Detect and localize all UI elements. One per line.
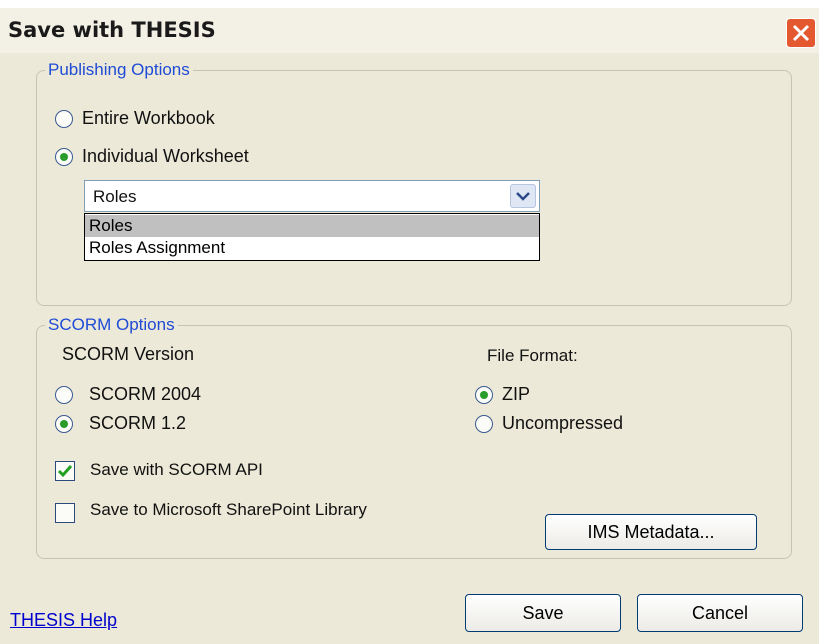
dropdown-arrow-button[interactable] <box>510 184 536 208</box>
entire-workbook-label: Entire Workbook <box>82 108 215 128</box>
scorm-12-radio[interactable] <box>55 415 73 433</box>
scorm-version-label: SCORM Version <box>62 344 195 364</box>
scorm-2004-radio[interactable] <box>55 386 73 404</box>
worksheet-select-value: Roles <box>93 187 137 206</box>
worksheet-dropdown-list: Roles Roles Assignment <box>84 213 540 261</box>
save-scorm-api-label: Save with SCORM API <box>90 460 263 479</box>
radio-selected-dot <box>60 153 68 161</box>
individual-worksheet-radio[interactable] <box>55 148 73 166</box>
worksheet-option-roles-assignment[interactable]: Roles Assignment <box>85 237 539 259</box>
sharepoint-checkbox[interactable] <box>55 503 75 523</box>
worksheet-option-roles[interactable]: Roles <box>85 215 539 237</box>
close-icon <box>792 24 810 42</box>
save-scorm-api-checkbox[interactable] <box>55 461 75 481</box>
radio-selected-dot <box>480 391 488 399</box>
scorm-2004-label: SCORM 2004 <box>89 384 202 404</box>
sharepoint-label: Save to Microsoft SharePoint Library <box>90 500 367 519</box>
publishing-options-legend: Publishing Options <box>48 60 190 79</box>
close-button[interactable] <box>786 18 816 48</box>
zip-radio[interactable] <box>475 386 493 404</box>
checkmark-icon <box>57 465 73 478</box>
individual-worksheet-label: Individual Worksheet <box>82 146 249 166</box>
ims-metadata-button[interactable]: IMS Metadata... <box>545 514 757 550</box>
scorm-12-label: SCORM 1.2 <box>89 413 187 433</box>
dialog-title: Save with THESIS <box>8 18 216 42</box>
uncompressed-label: Uncompressed <box>502 413 624 433</box>
file-format-label: File Format: <box>487 346 578 365</box>
scorm-options-legend: SCORM Options <box>48 315 175 334</box>
save-button[interactable]: Save <box>465 594 621 632</box>
thesis-help-link[interactable]: THESIS Help <box>10 610 117 631</box>
entire-workbook-radio[interactable] <box>55 110 73 128</box>
uncompressed-radio[interactable] <box>475 415 493 433</box>
radio-selected-dot <box>60 420 68 428</box>
worksheet-select[interactable]: Roles <box>84 180 540 212</box>
cancel-button[interactable]: Cancel <box>637 594 803 632</box>
zip-label: ZIP <box>502 384 531 404</box>
chevron-down-icon <box>516 192 530 201</box>
title-bar: Save with THESIS <box>0 8 819 53</box>
